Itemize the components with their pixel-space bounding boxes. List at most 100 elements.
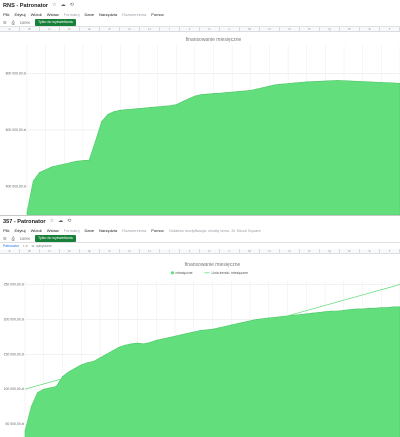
document-title[interactable]: 357 - Patronator <box>3 219 46 225</box>
column-header-n[interactable]: N <box>260 27 280 31</box>
column-header-d[interactable]: D <box>60 27 80 31</box>
menu-wstaw[interactable]: Wstaw <box>47 228 59 233</box>
view-only-chip[interactable]: Tylko do wyświetlania <box>35 18 76 26</box>
data-point <box>82 160 84 161</box>
data-point <box>37 392 38 393</box>
column-header-f[interactable]: F <box>100 249 120 253</box>
menu-search-icon[interactable]: ☰ <box>3 20 7 25</box>
data-point <box>188 98 189 100</box>
data-point <box>362 308 363 310</box>
column-header-t[interactable]: T <box>380 27 400 31</box>
chart-container: finansowanie miesięczne 50 000,00 zł 100 0… <box>0 257 400 437</box>
menu-plik[interactable]: Plik <box>3 228 9 233</box>
column-header-n[interactable]: N <box>260 249 280 253</box>
menu-dane[interactable]: Dane <box>84 228 94 233</box>
data-point <box>374 81 376 83</box>
data-point <box>256 88 258 90</box>
column-header-t[interactable]: T <box>380 249 400 253</box>
history-icon[interactable]: ⟲ <box>67 219 71 224</box>
column-header-l[interactable]: L <box>220 27 240 31</box>
menu-formatuj[interactable]: Formatuj <box>64 12 80 17</box>
data-point <box>387 307 388 308</box>
menu-edytuj[interactable]: Edytuj <box>14 228 25 233</box>
column-header-l[interactable]: L <box>220 249 240 253</box>
menu-rozszerzenia[interactable]: Rozszerzenia <box>122 12 146 17</box>
data-point <box>262 87 264 88</box>
legend-label-series: miesięczne <box>176 271 193 275</box>
column-header-i[interactable]: I <box>160 249 180 253</box>
star-icon[interactable]: ☆ <box>50 219 54 224</box>
column-header-r[interactable]: R <box>340 27 360 31</box>
cloud-icon[interactable]: ☁ <box>58 219 63 224</box>
data-point <box>64 163 65 165</box>
column-header-c[interactable]: C <box>40 249 60 253</box>
menu-widok[interactable]: Widok <box>31 12 42 17</box>
data-point <box>225 92 227 93</box>
menu-search-icon[interactable]: ☰ <box>3 236 7 241</box>
column-header-h[interactable]: H <box>140 249 160 253</box>
document-title[interactable]: RNS - Patronator <box>3 3 48 9</box>
column-header-i[interactable]: I <box>160 27 180 31</box>
print-icon[interactable]: ⎙ <box>12 20 15 25</box>
star-icon[interactable]: ☆ <box>52 3 56 8</box>
column-header-g[interactable]: G <box>120 249 140 253</box>
column-header-b[interactable]: B <box>20 27 40 31</box>
column-header-m[interactable]: M <box>240 249 260 253</box>
column-header-a[interactable]: A <box>0 249 20 253</box>
column-header-b[interactable]: B <box>20 249 40 253</box>
column-header-p[interactable]: P <box>300 27 320 31</box>
column-header-d[interactable]: D <box>60 249 80 253</box>
column-header-g[interactable]: G <box>120 27 140 31</box>
menu-pomoc[interactable]: Pomoc <box>151 228 163 233</box>
column-header-q[interactable]: Q <box>320 249 340 253</box>
menu-widok[interactable]: Widok <box>31 228 42 233</box>
menu-pomoc[interactable]: Pomoc <box>151 12 163 17</box>
column-header-s[interactable]: S <box>360 27 380 31</box>
column-header-j[interactable]: J <box>180 249 200 253</box>
column-header-o[interactable]: O <box>280 27 300 31</box>
last-edit-status[interactable]: Ostatnia modyfikacja: chwilę temu, M. Bl… <box>169 228 261 233</box>
zoom-select[interactable]: 100% <box>20 236 30 241</box>
menu-narzedzia[interactable]: Narzędzia <box>99 228 117 233</box>
data-point <box>88 159 90 161</box>
menu-rozszerzenia[interactable]: Rozszerzenia <box>122 228 146 233</box>
filter-value[interactable]: w. opisywane <box>32 244 52 248</box>
column-header-m[interactable]: M <box>240 27 260 31</box>
column-header-f[interactable]: F <box>100 27 120 31</box>
data-point <box>368 307 370 309</box>
menu-bar: Plik Edytuj Widok Wstaw Formatuj Dane Na… <box>0 11 400 18</box>
column-header-c[interactable]: C <box>40 27 60 31</box>
column-header-e[interactable]: E <box>80 27 100 31</box>
column-header-e[interactable]: E <box>80 249 100 253</box>
column-header-q[interactable]: Q <box>320 27 340 31</box>
view-only-chip[interactable]: Tylko do wyświetlania <box>35 234 76 242</box>
zoom-select[interactable]: 100% <box>20 20 30 25</box>
column-header-r[interactable]: R <box>340 249 360 253</box>
column-header-a[interactable]: A <box>0 27 20 31</box>
column-header-h[interactable]: H <box>140 27 160 31</box>
menu-dane[interactable]: Dane <box>84 12 94 17</box>
y-tick-label: 150 000,00 zł <box>4 352 25 356</box>
column-header-s[interactable]: S <box>360 249 380 253</box>
filter-operator[interactable]: r. a <box>23 244 28 248</box>
toolbar: ☰ ⎙ 100% Tylko do wyświetlania <box>0 234 400 243</box>
column-header-k[interactable]: K <box>200 249 220 253</box>
column-header-k[interactable]: K <box>200 27 220 31</box>
menu-wstaw[interactable]: Wstaw <box>47 12 59 17</box>
history-icon[interactable]: ⟲ <box>70 3 74 8</box>
print-icon[interactable]: ⎙ <box>12 236 15 241</box>
data-point <box>199 330 201 331</box>
menu-plik[interactable]: Plik <box>3 12 9 17</box>
menu-narzedzia[interactable]: Narzędzia <box>99 12 117 17</box>
column-header-o[interactable]: O <box>280 249 300 253</box>
menu-formatuj[interactable]: Formatuj <box>64 228 80 233</box>
cloud-icon[interactable]: ☁ <box>61 3 66 8</box>
column-header-j[interactable]: J <box>180 27 200 31</box>
data-point <box>380 307 382 308</box>
menu-edytuj[interactable]: Edytuj <box>14 12 25 17</box>
data-point <box>144 107 146 109</box>
column-header-p[interactable]: P <box>300 249 320 253</box>
area-chart: finansowanie miesięczne 400 000,00 zł 600 … <box>6 37 400 215</box>
filter-patronator[interactable]: Patronator <box>3 244 19 248</box>
data-point <box>218 327 220 329</box>
